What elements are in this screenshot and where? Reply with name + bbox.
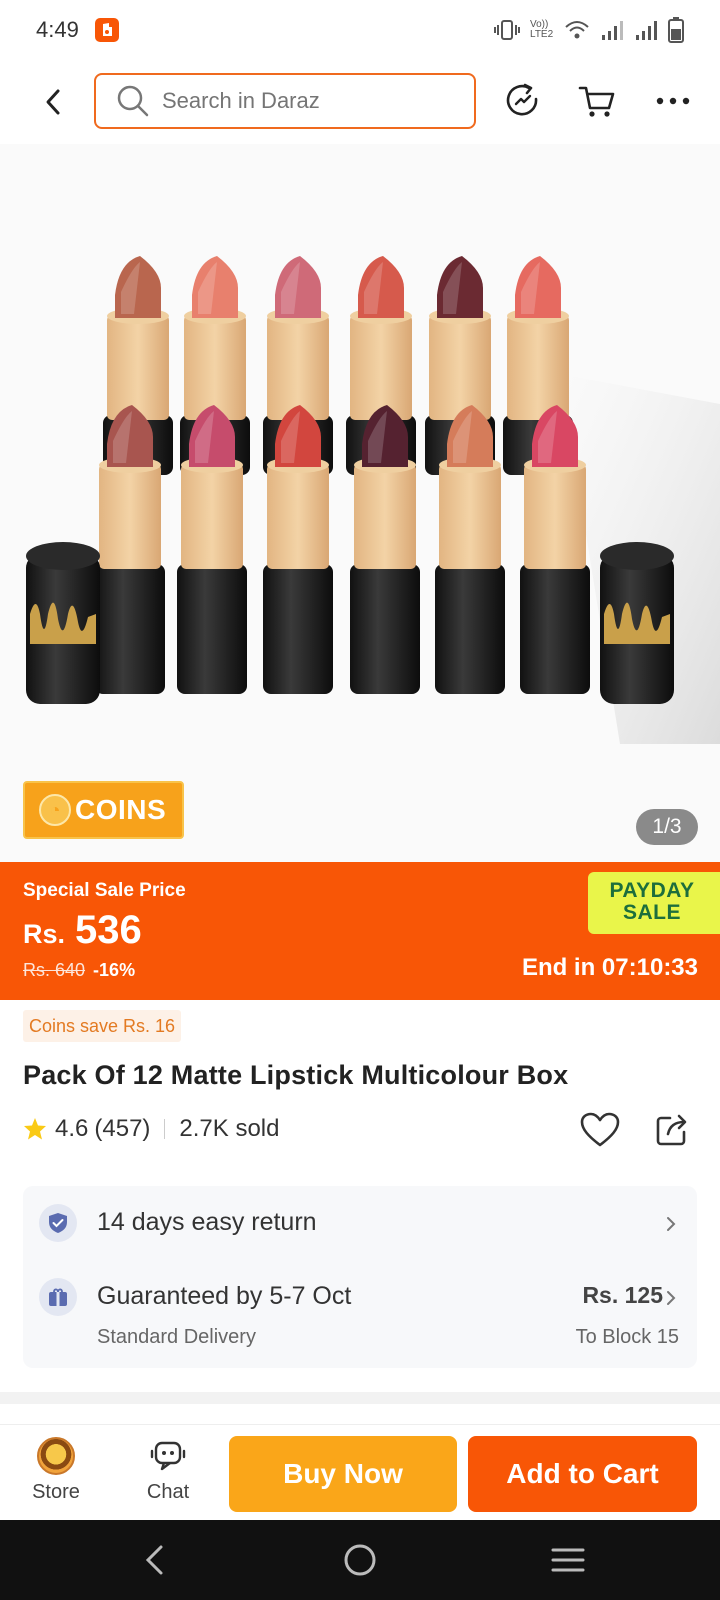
delivery-fee: Rs. 125 — [582, 1282, 663, 1308]
share-icon — [656, 1114, 687, 1146]
sold-count: 2.7K sold — [179, 1115, 280, 1142]
system-recents-button[interactable] — [546, 1538, 590, 1582]
search-icon — [117, 85, 149, 117]
delivery-guarantee-text: Guaranteed by 5-7 Oct — [97, 1282, 352, 1310]
heart-icon — [580, 1112, 620, 1147]
divider — [164, 1119, 166, 1139]
system-home-button[interactable] — [338, 1538, 382, 1582]
chevron-right-icon — [661, 1288, 681, 1308]
sale-price: Rs. 536 — [23, 908, 142, 953]
coin-icon: ◔ — [39, 794, 71, 826]
return-policy-row[interactable]: 14 days easy return — [23, 1186, 697, 1262]
product-image-gallery[interactable] — [0, 144, 720, 862]
cap-left — [26, 542, 100, 704]
image-page-indicator: 1/3 — [636, 809, 698, 845]
section-divider — [0, 1392, 720, 1404]
menu-lines-icon — [551, 1548, 585, 1572]
coins-label: COINS — [75, 794, 167, 825]
cap-right — [600, 542, 674, 704]
discount-percent: -16% — [93, 960, 136, 980]
status-icons: Vo)) LTE2 — [494, 17, 684, 43]
top-nav — [0, 62, 720, 142]
payday-line1: PAYDAY — [609, 879, 695, 902]
search-box[interactable] — [94, 73, 476, 129]
chevron-right-icon — [661, 1214, 681, 1234]
coins-save-tag: Coins save Rs. 16 — [23, 1010, 182, 1042]
sale-countdown: End in 07:10:33 — [521, 954, 698, 981]
payday-line2: SALE — [622, 901, 681, 924]
share-button[interactable] — [650, 1108, 694, 1152]
chat-button[interactable]: Chat — [128, 1437, 208, 1513]
system-back-button[interactable] — [132, 1538, 176, 1582]
rating-value: 4.6 — [55, 1115, 89, 1142]
product-title: Pack Of 12 Matte Lipstick Multicolour Bo… — [23, 1060, 569, 1090]
sale-banner: Special Sale Price Rs. 536 Rs. 640 -16% … — [0, 862, 720, 1000]
history-button[interactable] — [498, 76, 548, 126]
cart-button[interactable] — [572, 76, 622, 126]
delivery-location: To Block 15 — [575, 1326, 679, 1348]
volte-label: Vo)) LTE2 — [530, 19, 554, 40]
back-arrow-icon — [145, 1545, 163, 1575]
chat-bot-icon — [150, 1441, 186, 1471]
sale-title: Special Sale Price — [23, 880, 186, 901]
original-price: Rs. 640 — [23, 960, 86, 980]
status-time: 4:49 — [36, 17, 79, 42]
wifi-icon — [565, 21, 589, 39]
refresh-history-icon — [506, 83, 538, 116]
add-to-cart-button[interactable]: Add to Cart — [468, 1436, 697, 1512]
payday-sale-badge: PAYDAY SALE — [588, 872, 720, 934]
back-button[interactable] — [28, 77, 78, 127]
status-bar: 4:49 Vo)) LTE2 — [0, 0, 720, 60]
return-policy-text: 14 days easy return — [97, 1208, 317, 1236]
signal-icon-2 — [636, 21, 657, 40]
shield-check-icon — [39, 1204, 77, 1242]
price-amount: 536 — [75, 908, 142, 952]
delivery-method: Standard Delivery — [97, 1326, 256, 1348]
store-label: Store — [32, 1481, 80, 1503]
price-currency: Rs. — [23, 919, 66, 949]
vibrate-icon — [494, 20, 520, 40]
service-card: 14 days easy return Guaranteed by 5-7 Oc… — [23, 1186, 697, 1368]
delivery-row[interactable]: Guaranteed by 5-7 Oct Standard Delivery … — [23, 1262, 697, 1368]
store-logo-icon — [37, 1437, 75, 1475]
review-count: (457) — [94, 1115, 151, 1142]
chat-label: Chat — [146, 1481, 190, 1503]
delivery-box-icon — [39, 1278, 77, 1316]
buy-now-button[interactable]: Buy Now — [229, 1436, 457, 1512]
home-circle-icon — [344, 1544, 376, 1576]
bottom-action-bar: Store Chat Buy Now Add to Cart — [0, 1424, 720, 1520]
search-input[interactable] — [162, 88, 442, 114]
signal-icon-1 — [602, 21, 623, 40]
store-button[interactable]: Store — [16, 1437, 96, 1513]
cart-icon — [578, 86, 615, 117]
battery-icon — [668, 17, 684, 43]
more-options-button[interactable] — [648, 76, 698, 126]
coins-badge: ◔ COINS — [23, 781, 184, 839]
chevron-left-icon — [46, 89, 60, 115]
product-photo — [0, 144, 720, 862]
more-horizontal-icon — [656, 97, 690, 105]
daraz-notification-icon — [94, 18, 119, 42]
system-nav-bar — [0, 1520, 720, 1600]
rating-row[interactable]: 4.6 (457) 2.7K sold — [23, 1115, 279, 1143]
wishlist-button[interactable] — [578, 1108, 622, 1152]
star-icon — [24, 1118, 46, 1140]
original-price-row: Rs. 640 -16% — [23, 960, 135, 981]
